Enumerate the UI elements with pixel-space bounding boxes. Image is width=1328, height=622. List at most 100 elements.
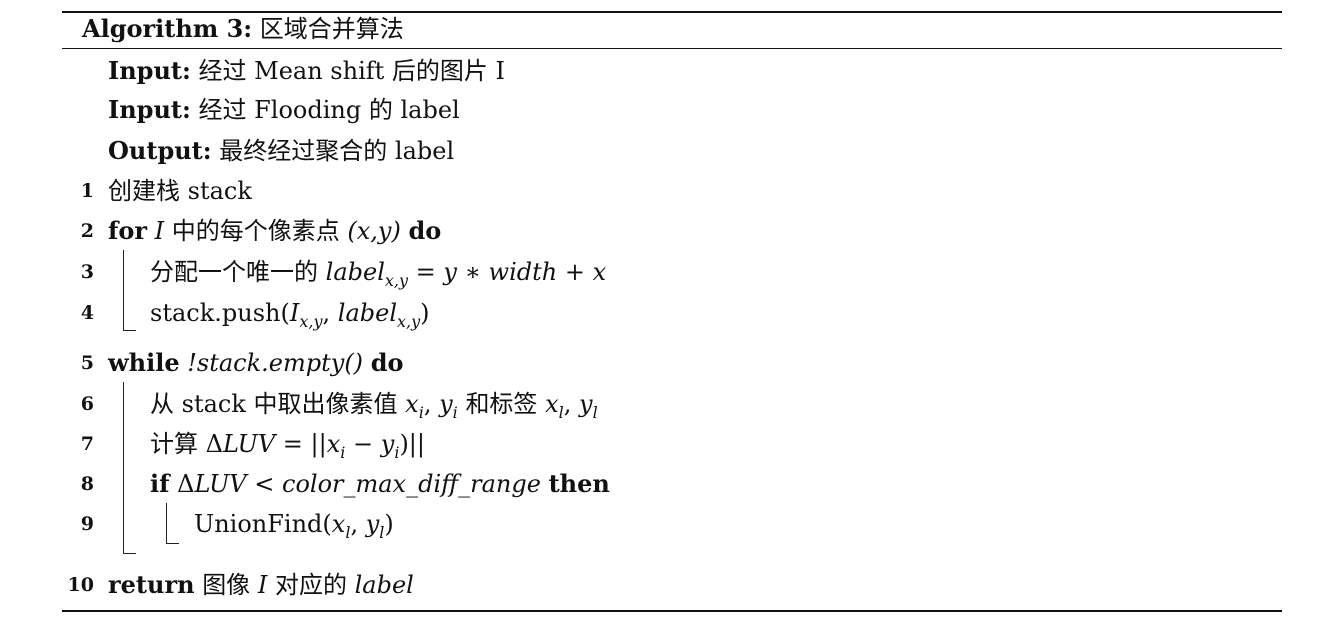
input-line-1: Input: 经过 Mean shift 后的图片 I xyxy=(108,56,505,86)
header-rule xyxy=(62,48,1282,49)
input-text: 经过 Flooding 的 label xyxy=(198,96,460,124)
algo-line-8: if ΔLUV < color_max_diff_range then xyxy=(150,469,610,499)
keyword-do: do xyxy=(408,216,442,245)
separator: , xyxy=(423,390,432,418)
var-x: x xyxy=(405,390,419,418)
if-block-end xyxy=(166,543,179,544)
algo-line-5: while !stack.empty() do xyxy=(108,348,403,378)
for-block-end xyxy=(123,330,136,331)
line-number: 6 xyxy=(80,393,94,415)
algo-line-2: for I 中的每个像素点 (x,y) do xyxy=(108,216,441,246)
var-i: I xyxy=(154,217,165,245)
var-x: x xyxy=(545,390,559,418)
line-number: 4 xyxy=(80,302,94,324)
var-i: I xyxy=(257,571,268,599)
while-block-end xyxy=(123,553,136,554)
input-keyword: Input: xyxy=(108,56,191,85)
if-block-bar xyxy=(166,503,167,543)
line-number: 8 xyxy=(80,473,94,495)
line-number: 10 xyxy=(67,574,94,596)
subscript: x,y xyxy=(299,312,323,331)
line-text: UnionFind( xyxy=(194,510,332,538)
algo-line-10: return 图像 I 对应的 label xyxy=(108,570,414,600)
operator: − xyxy=(345,430,381,458)
subscript: l xyxy=(558,403,564,422)
line-number: 9 xyxy=(80,513,94,535)
operator: < xyxy=(246,470,282,498)
separator: , xyxy=(350,510,359,538)
condition: color_max_diff_range xyxy=(282,470,541,498)
keyword-while: while xyxy=(108,348,180,377)
line-text: 计算 Δ xyxy=(150,430,223,458)
var-label: label xyxy=(354,571,414,599)
algorithm-title: 区域合并算法 xyxy=(259,15,404,43)
operator: = || xyxy=(275,430,327,458)
subscript: l xyxy=(592,403,598,422)
line-text: 和标签 xyxy=(465,390,538,418)
output-keyword: Output: xyxy=(108,136,212,165)
algorithm-label: Algorithm 3: xyxy=(82,14,253,43)
subscript: l xyxy=(345,523,351,542)
input-keyword: Input: xyxy=(108,95,191,124)
var-y: y xyxy=(365,510,380,538)
keyword-if: if xyxy=(150,469,170,498)
bottom-rule xyxy=(62,610,1282,612)
separator: , xyxy=(322,299,331,327)
line-text: stack.push( xyxy=(150,299,290,327)
input-text: 经过 Mean shift 后的图片 I xyxy=(198,57,506,85)
output-text: 最终经过聚合的 label xyxy=(219,137,455,165)
var-y: y xyxy=(380,430,395,458)
line-number: 3 xyxy=(80,261,94,283)
operator: )|| xyxy=(399,430,425,458)
line-number: 1 xyxy=(80,180,94,202)
var-i: I xyxy=(289,299,300,327)
separator: , xyxy=(563,390,572,418)
subscript: i xyxy=(340,443,346,462)
algo-line-1: 创建栈 stack xyxy=(108,176,252,206)
keyword-return: return xyxy=(108,570,195,599)
while-block-bar xyxy=(123,382,124,553)
var-xy: (x,y) xyxy=(347,217,401,245)
algo-line-7: 计算 ΔLUV = ||xi − yi)|| xyxy=(150,429,425,462)
line-text: 分配一个唯一的 xyxy=(150,258,318,286)
keyword-then: then xyxy=(548,469,610,498)
expression: = y ∗ width + x xyxy=(415,258,607,286)
top-rule xyxy=(62,11,1282,13)
var-y: y xyxy=(439,390,453,418)
line-text: 创建栈 stack xyxy=(108,177,252,205)
line-text: ) xyxy=(384,510,394,538)
algo-line-9: UnionFind(xl, yl) xyxy=(194,509,394,542)
var-x: x xyxy=(331,510,346,538)
keyword-do: do xyxy=(370,348,404,377)
line-text: 中的每个像素点 xyxy=(171,217,340,245)
var-luv: LUV xyxy=(222,430,276,458)
algo-line-4: stack.push(Ix,y, labelx,y) xyxy=(150,298,430,331)
var-luv: LUV xyxy=(194,470,247,498)
delta-symbol: Δ xyxy=(177,470,195,498)
algorithm-header: Algorithm 3: 区域合并算法 xyxy=(82,14,404,44)
subscript: i xyxy=(452,403,458,422)
subscript: x,y xyxy=(384,271,409,290)
line-text: 对应的 xyxy=(274,571,347,599)
output-line: Output: 最终经过聚合的 label xyxy=(108,136,454,166)
line-number: 5 xyxy=(80,352,94,374)
subscript: i xyxy=(394,443,400,462)
input-line-2: Input: 经过 Flooding 的 label xyxy=(108,95,460,125)
var-label: label xyxy=(325,258,385,286)
subscript: i xyxy=(418,403,424,422)
var-x: x xyxy=(326,430,341,458)
subscript: l xyxy=(379,523,385,542)
var-label: label xyxy=(337,299,397,327)
line-text: ) xyxy=(420,299,430,327)
subscript: x,y xyxy=(397,312,421,331)
var-y: y xyxy=(579,390,593,418)
line-text: 从 stack 中取出像素值 xyxy=(150,390,398,418)
algo-line-6: 从 stack 中取出像素值 xi, yi 和标签 xl, yl xyxy=(150,389,598,422)
for-block-bar xyxy=(123,250,124,330)
algo-line-3: 分配一个唯一的 labelx,y = y ∗ width + x xyxy=(150,257,607,290)
line-text: 图像 xyxy=(202,571,251,599)
keyword-for: for xyxy=(108,216,147,245)
line-number: 7 xyxy=(80,433,94,455)
line-number: 2 xyxy=(80,220,94,242)
condition: !stack.empty() xyxy=(187,349,364,377)
